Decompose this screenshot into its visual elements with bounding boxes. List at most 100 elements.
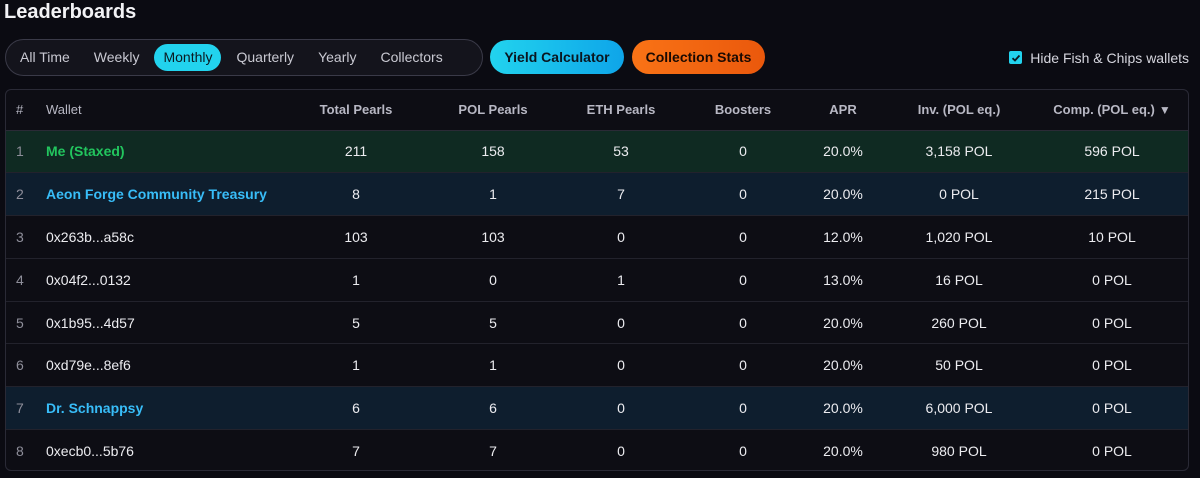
- cell-total-pearls: 5: [284, 301, 428, 345]
- cell-eth-pearls: 0: [558, 343, 684, 388]
- cell-inv: 3,158 POL: [884, 130, 1034, 174]
- table-body: 1 Me (Staxed) 211 158 53 0 20.0% 3,158 POL 596 P…: [6, 130, 1188, 470]
- cell-apr: 20.0%: [823, 443, 863, 460]
- cell-total-pearls: 103: [284, 215, 428, 259]
- cell-pol-pearls: 103: [428, 215, 558, 259]
- tab-weekly[interactable]: Weekly: [85, 44, 149, 71]
- cell-rank: 5: [6, 301, 46, 345]
- leaderboard-table: # Wallet Total Pearls POL Pearls ETH Pea…: [6, 90, 1188, 470]
- period-tabs: All Time Weekly Monthly Quarterly Yearly…: [5, 39, 483, 76]
- cell-pol-pearls: 158: [428, 130, 558, 174]
- table-row[interactable]: 4 0x04f2...0132 1 0 1 0 13.0% 16 POL 0 POL: [6, 258, 1188, 302]
- table-header-row: # Wallet Total Pearls POL Pearls ETH Pea…: [6, 90, 1188, 131]
- cell-eth-pearls: 0: [617, 443, 625, 460]
- cell-total-pearls: 1: [284, 343, 428, 388]
- col-header-eth-pearls[interactable]: ETH Pearls: [558, 90, 684, 131]
- cell-boosters: 0: [684, 301, 802, 345]
- toolbar: All Time Weekly Monthly Quarterly Yearly…: [5, 39, 1195, 76]
- cell-comp: 596 POL: [1034, 130, 1188, 174]
- cell-boosters: 0: [684, 386, 802, 431]
- cell-inv: 980 POL: [931, 443, 987, 460]
- cell-apr: 12.0%: [802, 215, 884, 259]
- cell-inv: 6,000 POL: [884, 386, 1034, 431]
- cell-rank: 2: [6, 172, 46, 217]
- cell-total-pearls: 211: [284, 130, 428, 174]
- cell-eth-pearls: 0: [558, 386, 684, 431]
- cell-total-pearls: 7: [352, 443, 360, 460]
- cell-wallet[interactable]: Me (Staxed): [46, 130, 284, 174]
- cell-wallet[interactable]: 0x263b...a58c: [46, 215, 284, 259]
- table-row[interactable]: 3 0x263b...a58c 103 103 0 0 12.0% 1,020 POL 10 P…: [6, 215, 1188, 259]
- collection-stats-button[interactable]: Collection Stats: [632, 40, 765, 74]
- hide-fish-chips-toggle[interactable]: Hide Fish & Chips wallets: [1009, 39, 1189, 76]
- cell-boosters: 0: [684, 172, 802, 217]
- tab-collectors[interactable]: Collectors: [371, 44, 451, 71]
- cell-apr: 20.0%: [802, 343, 884, 388]
- cell-pol-pearls: 0: [428, 258, 558, 302]
- cell-rank: 3: [6, 215, 46, 259]
- cell-rank: 8: [16, 443, 24, 460]
- tab-monthly[interactable]: Monthly: [154, 44, 222, 71]
- cell-comp: 10 POL: [1034, 215, 1188, 259]
- cell-pol-pearls: 7: [489, 443, 497, 460]
- cell-boosters: 0: [739, 443, 747, 460]
- cell-eth-pearls: 1: [558, 258, 684, 302]
- cell-inv: 260 POL: [884, 301, 1034, 345]
- check-icon: [1011, 54, 1020, 62]
- cell-comp: 0 POL: [1034, 258, 1188, 302]
- cell-comp: 0 POL: [1034, 386, 1188, 431]
- cell-rank: 7: [6, 386, 46, 431]
- col-header-comp[interactable]: Comp. (POL eq.) ▼: [1034, 90, 1188, 131]
- cell-apr: 20.0%: [802, 386, 884, 431]
- col-header-rank: #: [6, 90, 46, 131]
- cell-comp: 0 POL: [1034, 301, 1188, 345]
- table-row[interactable]: 6 0xd79e...8ef6 1 1 0 0 20.0% 50 POL 0 POL: [6, 343, 1188, 388]
- table-row[interactable]: 7 Dr. Schnappsy 6 6 0 0 20.0% 6,000 POL 0 POL: [6, 386, 1188, 431]
- cell-apr: 20.0%: [802, 130, 884, 174]
- cell-pol-pearls: 1: [428, 343, 558, 388]
- cell-boosters: 0: [684, 343, 802, 388]
- cell-total-pearls: 1: [284, 258, 428, 302]
- cell-comp: 215 POL: [1034, 172, 1188, 217]
- tab-all-time[interactable]: All Time: [11, 44, 79, 71]
- tab-yearly[interactable]: Yearly: [309, 44, 365, 71]
- checkbox[interactable]: [1009, 51, 1023, 64]
- cell-eth-pearls: 53: [558, 130, 684, 174]
- col-header-wallet[interactable]: Wallet: [46, 90, 284, 131]
- col-header-pol-pearls[interactable]: POL Pearls: [428, 90, 558, 131]
- hide-fish-chips-label: Hide Fish & Chips wallets: [1030, 49, 1189, 66]
- cell-total-pearls: 6: [284, 386, 428, 431]
- cell-eth-pearls: 0: [558, 215, 684, 259]
- tab-quarterly[interactable]: Quarterly: [227, 44, 303, 71]
- leaderboard-table-container: # Wallet Total Pearls POL Pearls ETH Pea…: [5, 89, 1189, 471]
- cell-comp: 0 POL: [1092, 443, 1132, 460]
- cell-inv: 0 POL: [884, 172, 1034, 217]
- cell-comp: 0 POL: [1034, 343, 1188, 388]
- cell-rank: 1: [6, 130, 46, 174]
- cell-inv: 50 POL: [884, 343, 1034, 388]
- col-header-apr[interactable]: APR: [802, 90, 884, 131]
- cell-wallet[interactable]: Dr. Schnappsy: [46, 386, 284, 431]
- cell-inv: 16 POL: [884, 258, 1034, 302]
- table-row[interactable]: 1 Me (Staxed) 211 158 53 0 20.0% 3,158 POL 596 P…: [6, 130, 1188, 174]
- cell-pol-pearls: 6: [428, 386, 558, 431]
- table-row[interactable]: 8 0xecb0...5b76 7 7 0 0 20.0% 980 POL 0 POL: [6, 430, 1188, 470]
- col-header-total-pearls[interactable]: Total Pearls: [284, 90, 428, 131]
- page-title: Leaderboards: [4, 1, 137, 23]
- cell-wallet[interactable]: 0x04f2...0132: [46, 258, 284, 302]
- cell-wallet[interactable]: 0x1b95...4d57: [46, 301, 284, 345]
- cell-inv: 1,020 POL: [884, 215, 1034, 259]
- cell-wallet[interactable]: 0xecb0...5b76: [46, 430, 284, 470]
- cell-boosters: 0: [684, 258, 802, 302]
- cell-boosters: 0: [684, 130, 802, 174]
- cell-pol-pearls: 1: [428, 172, 558, 217]
- col-header-boosters[interactable]: Boosters: [684, 90, 802, 131]
- col-header-comp-label: Comp. (POL eq.): [1053, 102, 1155, 118]
- cell-apr: 20.0%: [802, 301, 884, 345]
- table-row[interactable]: 5 0x1b95...4d57 5 5 0 0 20.0% 260 POL 0 POL: [6, 301, 1188, 345]
- cell-wallet[interactable]: Aeon Forge Community Treasury: [46, 172, 284, 217]
- yield-calculator-button[interactable]: Yield Calculator: [490, 40, 624, 74]
- cell-wallet[interactable]: 0xd79e...8ef6: [46, 343, 284, 388]
- col-header-inv[interactable]: Inv. (POL eq.): [884, 90, 1034, 131]
- table-row[interactable]: 2 Aeon Forge Community Treasury 8 1 7 0 20.0% 0…: [6, 172, 1188, 217]
